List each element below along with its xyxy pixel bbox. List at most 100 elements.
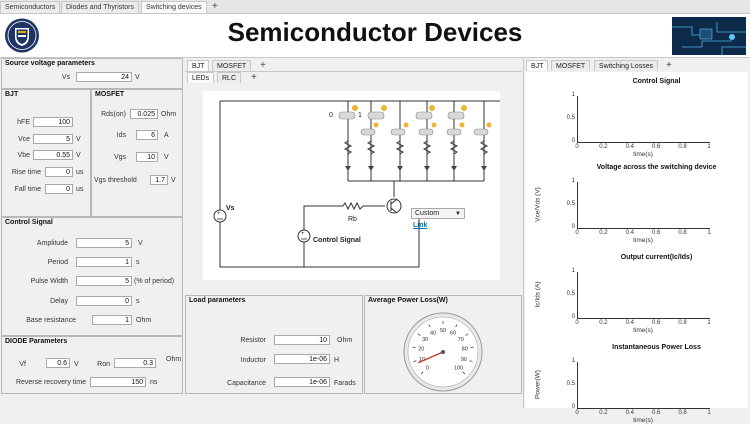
circuit-tab-rlc[interactable]: RLC <box>217 72 241 83</box>
plot-1: Control Signal10.5000.20.40.60.81time(s) <box>525 78 748 158</box>
x-tick-label: 0.8 <box>677 410 689 416</box>
capacitance-unit: Farads <box>334 380 356 387</box>
tab-semiconductors[interactable]: Semiconductors <box>0 1 60 13</box>
control-signal-source-label: Control Signal <box>313 237 361 244</box>
bjt-panel: BJT hFE 100 Vce 5 V Vbe 0.55 V Rise time… <box>1 89 91 217</box>
add-plot-tab-icon[interactable]: + <box>666 61 672 71</box>
vgs-threshold-input[interactable]: 1.7 <box>150 175 168 185</box>
vgs-label: Vgs <box>92 154 126 161</box>
gauge-tick-label: 60 <box>450 330 456 336</box>
dropdown-value: Custom <box>415 210 439 217</box>
x-tick-label: 0.6 <box>650 144 662 150</box>
x-tick-label: 0 <box>571 320 583 326</box>
circuit-area: BJT MOSFET + LEDs RLC + <box>185 58 522 294</box>
circuit-tab-leds[interactable]: LEDs <box>187 72 214 83</box>
fall-time-input[interactable]: 0 <box>45 184 73 194</box>
fall-time-unit: us <box>76 186 83 193</box>
rise-time-input[interactable]: 0 <box>45 167 73 177</box>
control-signal-panel: Control Signal Amplitude 5 V Period 1 s … <box>1 217 183 336</box>
switch-label-one: 1 <box>358 112 362 119</box>
page-title: Semiconductor Devices <box>180 17 570 47</box>
vs-input[interactable]: 24 <box>76 72 132 82</box>
gauge-tick-label: 20 <box>418 347 424 353</box>
vbe-label: Vbe <box>4 152 30 159</box>
ron-unit: Ohm <box>166 356 181 363</box>
x-tick-label: 0.6 <box>650 230 662 236</box>
plot-tab-switching-losses[interactable]: Switching Losses <box>594 60 658 71</box>
load-parameters-panel: Load parameters Resistor 10 Ohm Inductor… <box>185 295 363 394</box>
source-voltage-title: Source voltage parameters <box>5 60 95 67</box>
circuit-tab-mosfet[interactable]: MOSFET <box>212 60 251 71</box>
circuit-diagram: + + <box>203 91 500 280</box>
base-resistance-input[interactable]: 1 <box>92 315 132 325</box>
plot-4: Instantaneous Power Loss10.5000.20.40.60… <box>525 344 748 424</box>
x-tick-label: 0.4 <box>624 410 636 416</box>
ids-input[interactable]: 6 <box>136 130 158 140</box>
plot-2: Voltage across the switching device10.50… <box>525 164 748 244</box>
vgs-threshold-unit: V <box>171 177 176 184</box>
vs-unit: V <box>135 74 140 81</box>
rdson-unit: Ohm <box>161 111 176 118</box>
info-link[interactable]: Link <box>413 222 427 229</box>
delay-input[interactable]: 0 <box>76 296 132 306</box>
y-tick-label: 1 <box>565 92 575 98</box>
x-axis-label: time(s) <box>628 417 658 424</box>
vce-input[interactable]: 5 <box>33 134 73 144</box>
x-tick-label: 1 <box>703 410 715 416</box>
plot-3: Output current(Ic/Ids)10.5000.20.40.60.8… <box>525 254 748 334</box>
ids-unit: A <box>164 132 169 139</box>
x-tick-label: 0.2 <box>597 230 609 236</box>
resistor-input[interactable]: 10 <box>274 335 330 345</box>
vf-input[interactable]: 0.6 <box>46 358 70 368</box>
gauge-tick-label: 80 <box>462 347 468 353</box>
plot-tab-bjt[interactable]: BJT <box>526 60 548 71</box>
gauge-tick-label: 0 <box>426 366 429 372</box>
circuit-board-image <box>672 17 746 55</box>
vgs-threshold-label: Vgs threshold <box>94 177 144 184</box>
mosfet-panel: MOSFET Rds(on) 0.025 Ohm Ids 6 A Vgs 10 … <box>91 89 183 217</box>
inductor-unit: H <box>334 357 339 364</box>
tab-diodes-thyristors[interactable]: Diodes and Thyristors <box>61 1 139 13</box>
vbe-input[interactable]: 0.55 <box>33 150 73 160</box>
chevron-down-icon: ▼ <box>455 209 461 219</box>
tab-switching-devices[interactable]: Switching devices <box>141 1 207 13</box>
x-tick-label: 0.8 <box>677 230 689 236</box>
vce-unit: V <box>76 136 81 143</box>
power-loss-panel: Average Power Loss(W) 010203040506070809… <box>364 295 522 394</box>
x-tick-label: 1 <box>703 144 715 150</box>
pulse-width-input[interactable]: 5 <box>76 276 132 286</box>
add-subtab-icon[interactable]: + <box>251 73 257 83</box>
ron-label: Ron <box>88 361 110 368</box>
plots-canvas: Control Signal10.5000.20.40.60.81time(s)… <box>525 72 748 408</box>
rise-time-unit: us <box>76 169 83 176</box>
circuit-tab-bjt[interactable]: BJT <box>187 60 209 71</box>
signal-type-dropdown[interactable]: Custom ▼ <box>411 208 465 219</box>
ron-input[interactable]: 0.3 <box>114 358 156 368</box>
vgs-input[interactable]: 10 <box>136 152 158 162</box>
reverse-recovery-input[interactable]: 150 <box>90 377 146 387</box>
y-tick-label: 0.5 <box>565 115 575 121</box>
base-resistance-label: Base resistance <box>6 317 76 324</box>
power-gauge: 0102030405060708090100 <box>402 311 484 393</box>
hfe-label: hFE <box>4 119 30 126</box>
x-tick-label: 0 <box>571 144 583 150</box>
inductor-input[interactable]: 1e-06 <box>274 354 330 364</box>
period-input[interactable]: 1 <box>76 257 132 267</box>
pulse-width-label: Pulse Width <box>6 278 68 285</box>
add-circuit-tab-icon[interactable]: + <box>260 61 266 71</box>
period-unit: s <box>136 259 140 266</box>
y-tick-label: 0.5 <box>565 381 575 387</box>
capacitance-input[interactable]: 1e-06 <box>274 377 330 387</box>
x-tick-label: 0.4 <box>624 230 636 236</box>
add-tab-icon[interactable]: + <box>212 2 218 12</box>
plot-tab-mosfet[interactable]: MOSFET <box>551 60 590 71</box>
rdson-input[interactable]: 0.025 <box>130 109 158 119</box>
x-tick-label: 0.2 <box>597 144 609 150</box>
pulse-width-unit: (% of period) <box>134 278 174 285</box>
gauge-tick-label: 90 <box>461 357 467 363</box>
hfe-input[interactable]: 100 <box>33 117 73 127</box>
x-tick-label: 0.2 <box>597 410 609 416</box>
plot-axes <box>577 182 710 229</box>
y-tick-label: 1 <box>565 178 575 184</box>
amplitude-input[interactable]: 5 <box>76 238 132 248</box>
